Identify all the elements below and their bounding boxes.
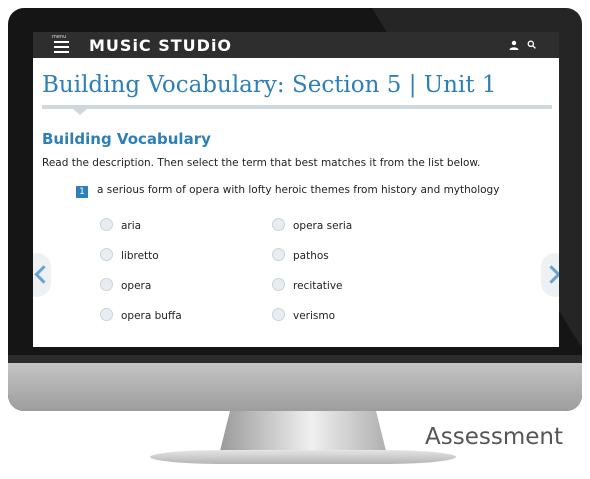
radio-button[interactable] [100,248,113,261]
title-divider [42,105,552,109]
monitor-stand-base [150,450,456,464]
menu-button[interactable]: menu [51,34,73,56]
radio-button[interactable] [272,308,285,321]
option-label: opera [121,280,152,292]
top-bar: menu MUSiC STUDiO [33,32,559,58]
option-verismo[interactable]: verismo [272,308,335,322]
brand-logo: MUSiC STUDiO [89,36,233,55]
search-icon[interactable] [527,40,536,49]
assessment-caption: Assessment [425,424,563,450]
radio-button[interactable] [100,308,113,321]
option-pathos[interactable]: pathos [272,248,329,262]
app-screen: menu MUSiC STUDiO Building Vocabulary: S… [33,32,559,347]
option-label: opera buffa [121,310,182,322]
next-button[interactable] [541,253,559,297]
question-text: a serious form of opera with lofty heroi… [97,184,500,196]
option-label: libretto [121,250,159,262]
option-label: aria [121,220,142,232]
option-recitative[interactable]: recitative [272,278,343,292]
option-libretto[interactable]: libretto [100,248,159,262]
radio-button[interactable] [100,218,113,231]
radio-button[interactable] [100,278,113,291]
radio-button[interactable] [272,248,285,261]
question-row: 1 a serious form of opera with lofty hero… [76,184,499,198]
option-label: verismo [293,310,336,322]
user-icon[interactable] [509,40,519,50]
monitor-stand [220,411,386,451]
option-opera[interactable]: opera [100,278,151,292]
instructions-text: Read the description. Then select the te… [42,157,481,169]
option-label: recitative [293,280,343,292]
page-title: Building Vocabulary: Section 5 | Unit 1 [42,72,497,98]
section-heading: Building Vocabulary [42,130,211,148]
option-label: opera seria [293,220,353,232]
option-aria[interactable]: aria [100,218,141,232]
chevron-right-icon [542,265,559,284]
question-number-badge: 1 [76,186,88,198]
option-opera-buffa[interactable]: opera buffa [100,308,182,322]
menu-label: menu [52,34,67,40]
title-divider-notch [73,109,87,115]
previous-button[interactable] [33,253,53,297]
option-opera-seria[interactable]: opera seria [272,218,352,232]
radio-button[interactable] [272,278,285,291]
monitor-chin [8,363,582,411]
monitor-frame: menu MUSiC STUDiO Building Vocabulary: S… [8,8,582,411]
radio-button[interactable] [272,218,285,231]
chevron-left-icon [34,265,53,284]
monitor-bezel-bottom [8,355,582,363]
option-label: pathos [293,250,329,262]
